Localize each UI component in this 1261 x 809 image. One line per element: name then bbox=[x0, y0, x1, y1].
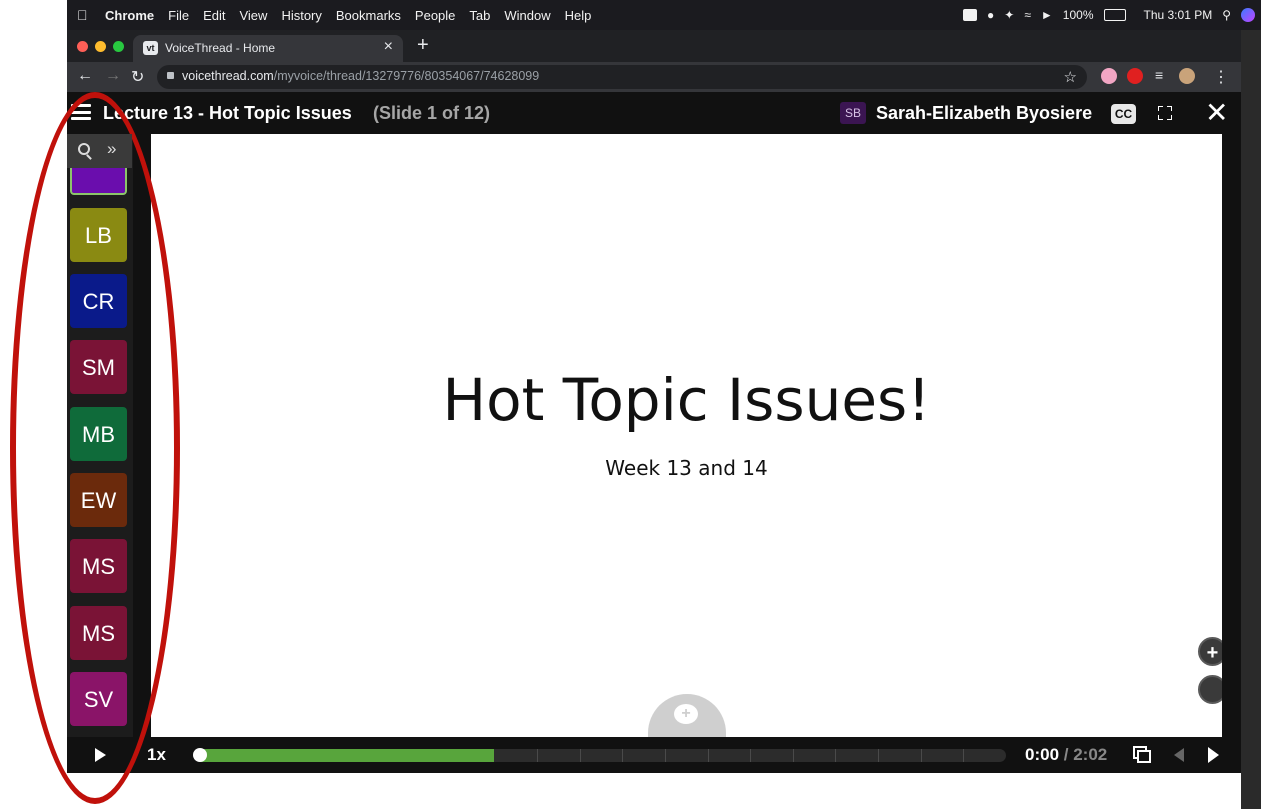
closed-captions-button[interactable]: CC bbox=[1111, 104, 1136, 124]
menu-bookmarks[interactable]: Bookmarks bbox=[336, 8, 401, 23]
slide-title: Hot Topic Issues! bbox=[442, 366, 931, 434]
chrome-menu-icon[interactable]: ⋮ bbox=[1213, 67, 1229, 87]
bookmark-star-icon[interactable]: ☆ bbox=[1064, 68, 1077, 86]
browser-toolbar: ← → ↻ voicethread.com/myvoice/thread/132… bbox=[67, 62, 1241, 92]
microphone-icon[interactable]: ● bbox=[987, 8, 994, 22]
hamburger-menu-icon[interactable] bbox=[71, 104, 91, 120]
menu-view[interactable]: View bbox=[239, 8, 267, 23]
user-avatar[interactable]: SB bbox=[840, 102, 866, 124]
progress-fill bbox=[194, 749, 495, 762]
progress-segment-divider bbox=[707, 749, 709, 762]
voicethread-header: Lecture 13 - Hot Topic Issues (Slide 1 o… bbox=[67, 92, 1241, 134]
browser-tab-voicethread[interactable]: vt VoiceThread - Home × bbox=[133, 35, 403, 62]
progress-segment-divider bbox=[792, 749, 794, 762]
commenter-avatar[interactable]: CR bbox=[70, 274, 127, 328]
close-thread-button[interactable]: ✕ bbox=[1205, 96, 1228, 129]
address-bar[interactable]: voicethread.com/myvoice/thread/13279776/… bbox=[157, 65, 1087, 89]
new-tab-button[interactable]: + bbox=[417, 34, 429, 57]
add-comment-button[interactable]: + bbox=[648, 694, 726, 737]
current-time: 0:00 bbox=[1025, 745, 1060, 764]
slide-counter: (Slide 1 of 12) bbox=[373, 103, 491, 123]
slide-subtitle: Week 13 and 14 bbox=[605, 456, 768, 480]
progress-segment-divider bbox=[835, 749, 837, 762]
extension-play-icon[interactable] bbox=[1101, 68, 1117, 84]
progress-segment-divider bbox=[920, 749, 922, 762]
battery-icon[interactable] bbox=[1103, 9, 1126, 21]
menu-history[interactable]: History bbox=[281, 8, 321, 23]
menu-help[interactable]: Help bbox=[565, 8, 592, 23]
menu-app-name[interactable]: Chrome bbox=[105, 8, 154, 23]
window-zoom-button[interactable] bbox=[113, 41, 124, 52]
playback-speed[interactable]: 1x bbox=[147, 745, 166, 765]
clock[interactable]: Thu 3:01 PM bbox=[1144, 8, 1213, 22]
play-icon[interactable] bbox=[95, 748, 106, 762]
progress-track[interactable] bbox=[194, 749, 1006, 762]
progress-segment-divider bbox=[537, 749, 539, 762]
menu-file[interactable]: File bbox=[168, 8, 189, 23]
forward-arrow-icon[interactable]: → bbox=[105, 67, 121, 85]
previous-slide-icon[interactable] bbox=[1174, 748, 1184, 762]
total-time: / 2:02 bbox=[1063, 745, 1108, 764]
profile-avatar-icon[interactable] bbox=[1179, 68, 1195, 84]
adjacent-window-edge bbox=[1241, 30, 1261, 809]
commenter-avatar[interactable]: LB bbox=[70, 208, 127, 262]
apple-icon[interactable]:  bbox=[77, 7, 91, 23]
extension-red-icon[interactable] bbox=[1127, 68, 1143, 84]
siri-icon[interactable] bbox=[1241, 8, 1255, 22]
battery-percent[interactable]: 100% bbox=[1063, 8, 1094, 22]
menu-status-area: ● ✦ ≈ ► 100% Thu 3:01 PM ⚲ bbox=[963, 0, 1255, 30]
user-name[interactable]: Sarah-Elizabeth Byosiere bbox=[876, 103, 1092, 124]
tab-title: VoiceThread - Home bbox=[165, 41, 276, 55]
window-minimize-button[interactable] bbox=[95, 41, 106, 52]
expand-sidebar-icon[interactable]: » bbox=[107, 139, 116, 159]
mac-menu-bar:  Chrome File Edit View History Bookmark… bbox=[67, 0, 1261, 30]
playback-controls: 1x 0:00 / 2:02 bbox=[67, 737, 1241, 773]
commenter-sidebar: SBLBCRSMMBEWMSMSSV » bbox=[67, 134, 151, 737]
voicethread-favicon-icon: vt bbox=[143, 41, 158, 55]
tab-close-icon[interactable]: × bbox=[384, 38, 393, 56]
sidebar-scroll-track[interactable] bbox=[133, 134, 151, 737]
slide-grid-icon[interactable] bbox=[1133, 746, 1151, 763]
sidebar-tools: » bbox=[67, 134, 132, 168]
volume-icon[interactable]: ► bbox=[1041, 8, 1053, 22]
commenter-avatar[interactable]: SV bbox=[70, 672, 127, 726]
menu-edit[interactable]: Edit bbox=[203, 8, 225, 23]
menu-window[interactable]: Window bbox=[504, 8, 550, 23]
next-slide-icon[interactable] bbox=[1208, 747, 1219, 763]
menu-tab[interactable]: Tab bbox=[469, 8, 490, 23]
progress-segment-divider bbox=[750, 749, 752, 762]
progress-thumb[interactable] bbox=[193, 748, 207, 762]
progress-segment-divider bbox=[579, 749, 581, 762]
page-background bbox=[67, 773, 1241, 809]
reload-icon[interactable]: ↻ bbox=[131, 67, 144, 87]
spotlight-icon[interactable]: ⚲ bbox=[1222, 8, 1231, 22]
progress-segment-divider bbox=[622, 749, 624, 762]
thread-title: Lecture 13 - Hot Topic Issues bbox=[103, 103, 352, 123]
add-comment-plus-icon: + bbox=[674, 704, 698, 724]
lock-icon[interactable] bbox=[167, 72, 174, 79]
commenter-avatar[interactable]: EW bbox=[70, 473, 127, 527]
browser-tab-strip: vt VoiceThread - Home × + bbox=[67, 30, 1241, 62]
window-close-button[interactable] bbox=[77, 41, 88, 52]
menu-people[interactable]: People bbox=[415, 8, 455, 23]
commenter-avatar[interactable]: MS bbox=[70, 606, 127, 660]
progress-segment-divider bbox=[963, 749, 965, 762]
search-icon[interactable] bbox=[78, 143, 90, 155]
progress-segment-divider bbox=[878, 749, 880, 762]
back-arrow-icon[interactable]: ← bbox=[77, 67, 93, 85]
media-queue-icon[interactable]: ≡ bbox=[1155, 67, 1163, 83]
progress-segment-divider bbox=[664, 749, 666, 762]
wifi-icon[interactable]: ≈ bbox=[1024, 8, 1031, 22]
stage-right-edge bbox=[1222, 134, 1241, 737]
address-url[interactable]: voicethread.com/myvoice/thread/13279776/… bbox=[182, 69, 539, 83]
slide-stage: Hot Topic Issues! Week 13 and 14 + + bbox=[151, 134, 1227, 737]
commenter-avatar[interactable]: MS bbox=[70, 539, 127, 593]
fullscreen-icon[interactable] bbox=[1158, 106, 1172, 120]
commenter-avatar[interactable]: SM bbox=[70, 340, 127, 394]
bluetooth-icon[interactable]: ✦ bbox=[1004, 8, 1014, 22]
commenter-avatar[interactable]: MB bbox=[70, 407, 127, 461]
time-display: 0:00 / 2:02 bbox=[1025, 745, 1107, 765]
camera-icon[interactable] bbox=[963, 9, 977, 21]
